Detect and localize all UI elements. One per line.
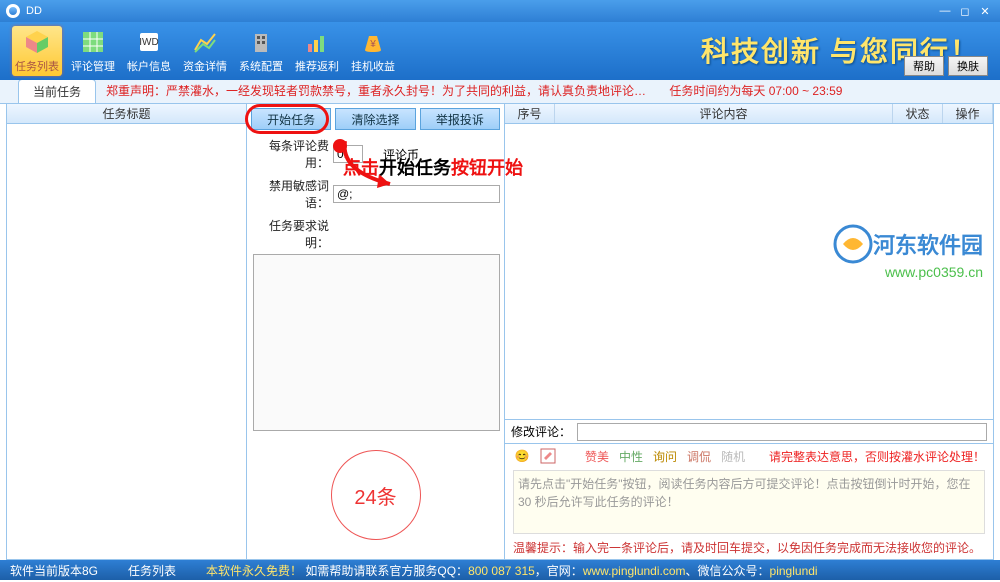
editor-warning: 请完整表达意思，否则按灌水评论处理！ <box>769 448 985 465</box>
toolbar-system-config[interactable]: 系统配置 <box>236 26 286 76</box>
requirement-label: 任务要求说明： <box>251 217 333 251</box>
comment-editor[interactable]: 请先点击"开始任务"按钮，阅读任务内容后方可提交评论！点击按钮倒计时开始，您在 … <box>513 470 985 534</box>
watermark: 河东软件园 www.pc0359.cn <box>833 224 983 280</box>
help-button[interactable]: 帮助 <box>904 56 944 76</box>
tab-bar: 当前任务 郑重声明：严禁灌水，一经发现轻者罚款禁号，重者永久封号！为了共同的利益… <box>0 80 1000 104</box>
requirement-textarea[interactable] <box>253 254 500 431</box>
fee-label: 每条评论费用： <box>251 137 333 171</box>
task-count-badge: 24条 <box>331 450 421 540</box>
money-bag-icon: ¥ <box>359 28 387 56</box>
svg-text:IWD: IWD <box>139 37 158 48</box>
status-version: 软件当前版本8G <box>10 562 98 579</box>
clear-selection-button[interactable]: 清除选择 <box>335 108 415 130</box>
edit-icon[interactable] <box>539 447 557 465</box>
comment-table-body[interactable]: 河东软件园 www.pc0359.cn <box>505 124 993 419</box>
app-icon <box>6 4 20 18</box>
sentiment-neutral[interactable]: 中性 <box>619 448 643 465</box>
tab-current-task[interactable]: 当前任务 <box>18 79 96 103</box>
col-status: 状态 <box>893 104 943 123</box>
maximize-button[interactable]: ◻ <box>956 4 974 18</box>
editor-tip: 温馨提示：输入完一条评论后，请及时回车提交，以免因任务完成而无法接收您的评论。 <box>505 536 993 559</box>
sensitive-input[interactable] <box>333 185 500 203</box>
modify-comment-row: 修改评论： <box>505 419 993 443</box>
minimize-button[interactable]: — <box>936 4 954 18</box>
close-button[interactable]: ✕ <box>976 4 994 18</box>
status-list: 任务列表 <box>128 562 176 579</box>
main-toolbar: 任务列表 评论管理 IWD 帐户信息 资金详情 系统配置 推荐返利 ¥ 挂机收益… <box>0 22 1000 80</box>
comment-panel: 序号 评论内容 状态 操作 河东软件园 www.pc0359.cn 修改评论： … <box>505 104 993 559</box>
toolbar-comment-manage[interactable]: 评论管理 <box>68 26 118 76</box>
sentiment-ask[interactable]: 询问 <box>653 448 677 465</box>
editor-section: 😊 赞美 中性 询问 调侃 随机 请完整表达意思，否则按灌水评论处理！ 请先点击… <box>505 443 993 559</box>
skin-button[interactable]: 换肤 <box>948 56 988 76</box>
modify-label: 修改评论： <box>511 423 571 440</box>
cube-icon <box>23 28 51 56</box>
col-op: 操作 <box>943 104 993 123</box>
sensitive-label: 禁用敏感词语： <box>251 177 333 211</box>
watermark-logo-icon <box>833 224 873 264</box>
toolbar-referral[interactable]: 推荐返利 <box>292 26 342 76</box>
sentiment-praise[interactable]: 赞美 <box>585 448 609 465</box>
profile-icon: IWD <box>135 28 163 56</box>
col-content: 评论内容 <box>555 104 893 123</box>
scrolling-notice: 郑重声明：严禁灌水，一经发现轻者罚款禁号，重者永久封号！为了共同的利益，请认真负… <box>96 79 1000 103</box>
report-button[interactable]: 举报投诉 <box>420 108 500 130</box>
task-title-header: 任务标题 <box>7 104 246 124</box>
grid-icon <box>79 28 107 56</box>
sentiment-buttons: 赞美 中性 询问 调侃 随机 <box>585 448 745 465</box>
title-bar: DD — ◻ ✕ <box>0 0 1000 22</box>
status-contact: 本软件永久免费！ 如需帮助请联系官方服务QQ：800 087 315，官网：ww… <box>206 562 818 579</box>
window-title: DD <box>26 5 42 17</box>
building-icon <box>247 28 275 56</box>
annotation-text: 点击开始任务按钮开始 <box>343 154 523 180</box>
modify-input[interactable] <box>577 423 987 441</box>
toolbar-idle-income[interactable]: ¥ 挂机收益 <box>348 26 398 76</box>
sentiment-random[interactable]: 随机 <box>721 448 745 465</box>
toolbar-fund-detail[interactable]: 资金详情 <box>180 26 230 76</box>
chart-line-icon <box>191 28 219 56</box>
annotation-dot <box>333 139 347 153</box>
col-seq: 序号 <box>505 104 555 123</box>
main-area: 任务标题 开始任务 清除选择 举报投诉 每条评论费用： 评论币 禁用敏感词语： … <box>6 104 994 560</box>
comment-table-header: 序号 评论内容 状态 操作 <box>505 104 993 124</box>
task-control-panel: 开始任务 清除选择 举报投诉 每条评论费用： 评论币 禁用敏感词语： 任务要求说… <box>247 104 505 559</box>
bars-icon <box>303 28 331 56</box>
start-task-button[interactable]: 开始任务 <box>251 108 331 130</box>
svg-text:¥: ¥ <box>369 39 376 50</box>
toolbar-account-info[interactable]: IWD 帐户信息 <box>124 26 174 76</box>
status-bar: 软件当前版本8G 任务列表 本软件永久免费！ 如需帮助请联系官方服务QQ：800… <box>0 560 1000 580</box>
sentiment-tease[interactable]: 调侃 <box>687 448 711 465</box>
task-title-panel: 任务标题 <box>7 104 247 559</box>
toolbar-task-list[interactable]: 任务列表 <box>12 26 62 76</box>
emoji-smile-icon[interactable]: 😊 <box>513 447 531 465</box>
task-title-list[interactable] <box>7 124 246 559</box>
